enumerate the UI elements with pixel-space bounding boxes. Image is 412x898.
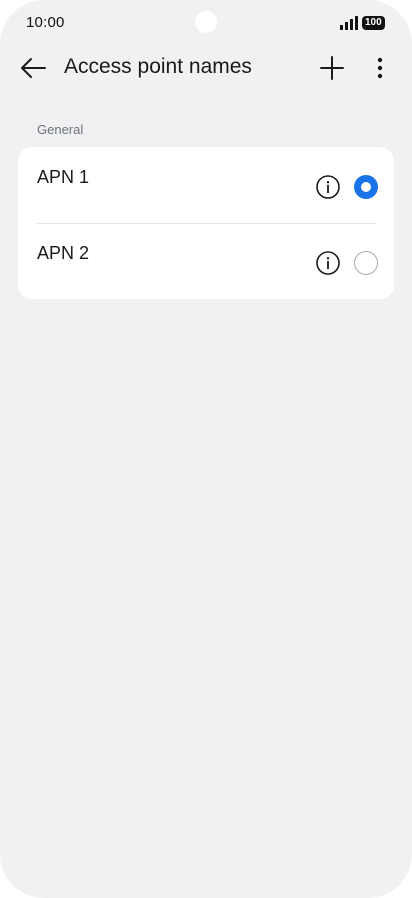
apn-list-item[interactable]: APN 2	[18, 223, 394, 299]
battery-icon: 100	[362, 16, 385, 30]
plus-icon	[320, 56, 344, 80]
page-title: Access point names	[64, 55, 252, 78]
more-options-button[interactable]	[366, 50, 394, 86]
section-label-general: General	[37, 122, 84, 137]
info-icon[interactable]	[315, 250, 341, 276]
arrow-left-icon	[21, 58, 46, 78]
phone-screen: 10:00 100 Access point names General APN…	[0, 0, 412, 898]
apn-name: APN 2	[37, 243, 90, 263]
info-icon[interactable]	[315, 174, 341, 200]
more-vertical-icon	[377, 57, 383, 79]
status-time: 10:00	[26, 14, 65, 31]
status-bar: 10:00 100	[0, 0, 412, 48]
add-apn-button[interactable]	[314, 50, 350, 86]
apn-radio-unselected[interactable]	[354, 251, 378, 275]
signal-bars-icon	[339, 16, 359, 30]
apn-list-item[interactable]: APN 1	[18, 147, 394, 223]
back-button[interactable]	[16, 50, 50, 86]
camera-cutout	[195, 11, 217, 33]
apn-name: APN 1	[37, 167, 90, 187]
apn-list-card: APN 1 APN 2	[18, 147, 394, 299]
apn-radio-selected[interactable]	[354, 175, 378, 199]
app-bar: Access point names	[0, 48, 412, 88]
